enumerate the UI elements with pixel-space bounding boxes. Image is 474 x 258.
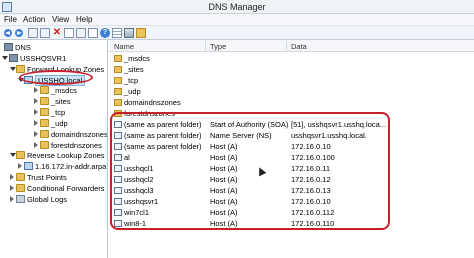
- help-icon[interactable]: ?: [100, 28, 110, 38]
- show-hide-tree-icon[interactable]: [40, 28, 50, 38]
- refresh-icon[interactable]: [76, 28, 86, 38]
- expand-toggle-icon[interactable]: [34, 142, 38, 148]
- menu-help[interactable]: Help: [76, 15, 92, 24]
- column-header-data[interactable]: Data: [291, 42, 307, 51]
- menu-action[interactable]: Action: [23, 15, 45, 24]
- expand-toggle-icon[interactable]: [34, 109, 38, 115]
- folder-icon: [16, 151, 25, 159]
- window-title: DNS Manager: [208, 2, 266, 12]
- server-icon: [9, 54, 18, 62]
- toolbar: ✕ ?: [0, 26, 474, 40]
- table-row[interactable]: usshqcl3 Host (A) 172.16.0.13: [109, 185, 474, 196]
- record-icon: [114, 132, 122, 139]
- console-tree: DNS USSHQSVR1 Forward Lookup Zones USSHQ…: [0, 40, 108, 258]
- column-header-name[interactable]: Name: [114, 42, 134, 51]
- folder-icon: [114, 110, 122, 117]
- expand-toggle-icon[interactable]: [34, 131, 38, 137]
- list-item[interactable]: _sites: [109, 64, 474, 75]
- folder-icon: [114, 88, 122, 95]
- table-row[interactable]: win8-1 Host (A) 172.16.0.110: [109, 218, 474, 229]
- folder-icon: [40, 86, 49, 94]
- zone-icon: [24, 162, 33, 170]
- folder-icon: [114, 55, 122, 62]
- expand-toggle-icon[interactable]: [10, 196, 14, 202]
- list-item[interactable]: forestdnszones: [109, 108, 474, 119]
- list-item[interactable]: _udp: [109, 86, 474, 97]
- menu-file[interactable]: File: [4, 15, 17, 24]
- list-item[interactable]: _tcp: [109, 75, 474, 86]
- record-icon: [114, 165, 122, 172]
- table-row[interactable]: win7cl1 Host (A) 172.16.0.112: [109, 207, 474, 218]
- expand-toggle-icon[interactable]: [2, 56, 8, 60]
- expand-toggle-icon[interactable]: [34, 87, 38, 93]
- record-icon: [114, 176, 122, 183]
- grid-view-icon[interactable]: [112, 28, 122, 38]
- table-row[interactable]: usshqcl2 Host (A) 172.16.0.12: [109, 174, 474, 185]
- menu-bar: File Action View Help: [0, 14, 474, 26]
- title-bar: DNS Manager: [0, 0, 474, 14]
- server-icon[interactable]: [124, 28, 134, 38]
- expand-toggle-icon[interactable]: [18, 163, 22, 169]
- folder-icon: [114, 99, 122, 106]
- records-list: Name Type Data _msdcs _sites _tcp _udp d…: [109, 40, 474, 258]
- delete-icon[interactable]: ✕: [52, 28, 62, 38]
- folder-icon: [16, 65, 25, 73]
- folder-icon: [16, 173, 25, 181]
- list-item[interactable]: domaindnszones: [109, 97, 474, 108]
- folder-icon: [114, 77, 122, 84]
- record-icon: [114, 154, 122, 161]
- record-icon: [114, 187, 122, 194]
- record-icon: [114, 220, 122, 227]
- expand-toggle-icon[interactable]: [10, 174, 14, 180]
- expand-toggle-icon[interactable]: [34, 120, 38, 126]
- zone-icon: [24, 76, 33, 84]
- list-item[interactable]: _msdcs: [109, 53, 474, 64]
- up-level-icon[interactable]: [28, 28, 38, 38]
- list-header: Name Type Data: [109, 40, 474, 52]
- folder-view-icon[interactable]: [136, 28, 146, 38]
- forward-arrow-icon[interactable]: [14, 28, 24, 38]
- folder-icon: [16, 184, 25, 192]
- record-icon: [114, 209, 122, 216]
- expand-toggle-icon[interactable]: [10, 185, 14, 191]
- table-row[interactable]: (same as parent folder) Start of Authori…: [109, 119, 474, 130]
- folder-icon: [40, 130, 49, 138]
- dns-icon: [4, 43, 13, 51]
- record-icon: [114, 143, 122, 150]
- table-row[interactable]: al Host (A) 172.16.0.100: [109, 152, 474, 163]
- export-list-icon[interactable]: [88, 28, 98, 38]
- table-row[interactable]: usshqcl1 Host (A) 172.16.0.11: [109, 163, 474, 174]
- back-arrow-icon[interactable]: [3, 28, 13, 38]
- expand-toggle-icon[interactable]: [34, 98, 38, 104]
- record-icon: [114, 121, 122, 128]
- folder-icon: [40, 141, 49, 149]
- properties-icon[interactable]: [64, 28, 74, 38]
- folder-icon: [40, 119, 49, 127]
- folder-icon: [40, 108, 49, 116]
- folder-icon: [40, 97, 49, 105]
- column-header-type[interactable]: Type: [210, 42, 226, 51]
- menu-view[interactable]: View: [52, 15, 69, 24]
- table-row[interactable]: usshqsvr1 Host (A) 172.16.0.10: [109, 196, 474, 207]
- record-icon: [114, 198, 122, 205]
- folder-icon: [114, 66, 122, 73]
- logs-icon: [16, 195, 25, 203]
- table-row[interactable]: (same as parent folder) Name Server (NS)…: [109, 130, 474, 141]
- table-row[interactable]: (same as parent folder) Host (A) 172.16.…: [109, 141, 474, 152]
